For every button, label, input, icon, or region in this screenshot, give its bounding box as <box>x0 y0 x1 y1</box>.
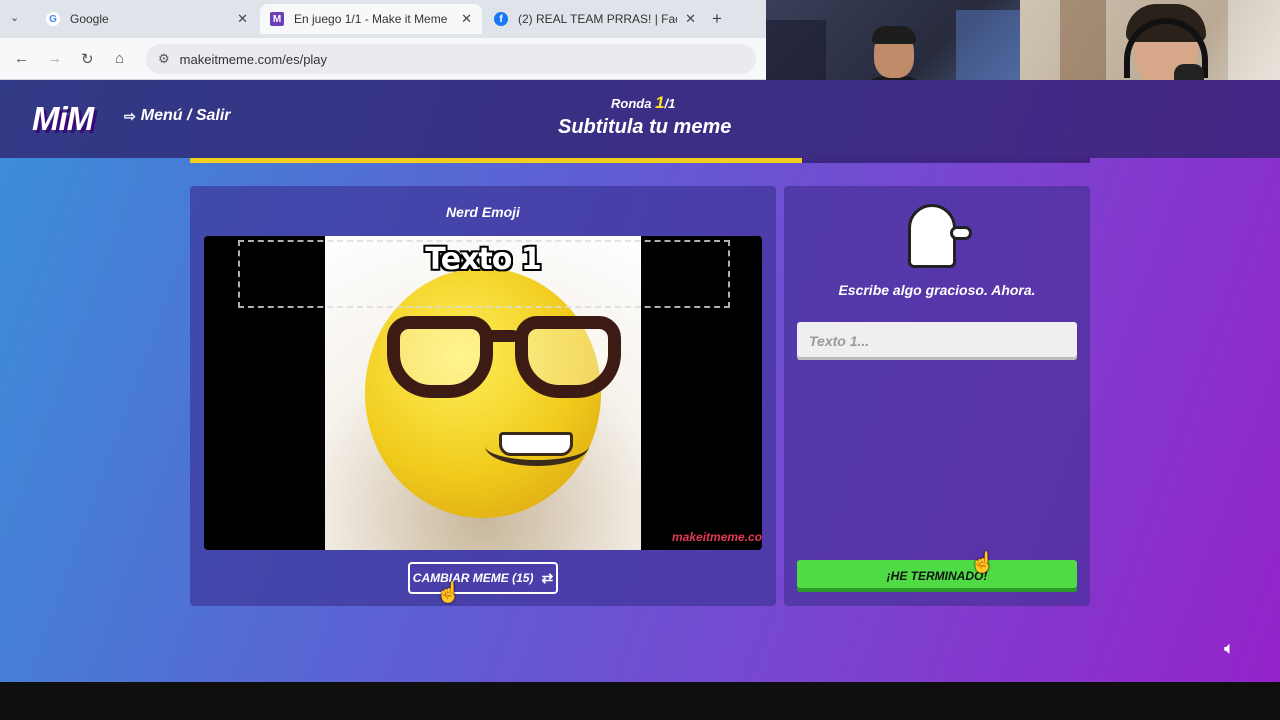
new-tab-icon[interactable]: + <box>712 9 722 29</box>
url-text: makeitmeme.com/es/play <box>179 51 328 67</box>
round-current: 1 <box>655 93 665 112</box>
round-label: Ronda <box>611 96 652 111</box>
flork-character-icon <box>904 200 972 270</box>
tab-google[interactable]: G Google ✕ <box>36 4 258 34</box>
meme-name: Nerd Emoji <box>446 204 520 220</box>
swap-icon: ⇄ <box>541 569 554 586</box>
home-icon[interactable]: ⌂ <box>115 50 124 67</box>
change-meme-label: CAMBIAR MEME (15) <box>412 571 534 585</box>
make-it-meme-icon: M <box>270 12 284 26</box>
tab-title: Google <box>70 12 109 26</box>
done-label: ¡HE TERMINADO! <box>886 569 988 583</box>
phase-title: Subtitula tu meme <box>558 116 732 138</box>
done-button[interactable]: ¡HE TERMINADO! <box>797 560 1077 592</box>
meme-preview: Texto 1 makeitmeme.com <box>204 236 762 550</box>
tab-title: En juego 1/1 - Make it Meme <box>294 12 448 26</box>
facebook-icon: f <box>494 12 508 26</box>
reload-icon[interactable]: ↻ <box>81 50 94 68</box>
close-tab-icon[interactable]: ✕ <box>461 11 472 27</box>
google-icon: G <box>46 12 60 26</box>
back-icon[interactable]: ← <box>14 50 29 67</box>
close-tab-icon[interactable]: ✕ <box>685 11 696 27</box>
mute-icon[interactable]: 🔈︎ <box>1224 638 1235 659</box>
menu-exit-label: Menú / Salir <box>140 107 231 124</box>
mim-logo[interactable]: MiM <box>32 100 94 138</box>
glasses-shape <box>387 308 629 400</box>
caption-input[interactable] <box>797 322 1077 360</box>
change-meme-button[interactable]: CAMBIAR MEME (15) ⇄ <box>408 562 558 594</box>
browser-tabbar: ⌄ G Google ✕ M En juego 1/1 - Make it Me… <box>0 0 766 38</box>
bottom-bar <box>0 682 1280 720</box>
site-settings-icon[interactable]: ⚙ <box>158 51 170 67</box>
meme-card: Nerd Emoji Texto 1 makeitmeme.com CAMBIA… <box>190 186 776 606</box>
round-indicator: Ronda 1/1 <box>611 93 675 113</box>
menu-exit-link[interactable]: ⇨ Menú / Salir <box>124 107 231 125</box>
exit-icon: ⇨ <box>124 107 136 124</box>
close-tab-icon[interactable]: ✕ <box>237 11 248 27</box>
round-total: /1 <box>664 96 676 111</box>
url-field[interactable]: ⚙ makeitmeme.com/es/play <box>146 44 756 74</box>
forward-icon[interactable]: → <box>47 50 62 67</box>
watermark: makeitmeme.com <box>672 530 762 544</box>
tab-make-it-meme[interactable]: M En juego 1/1 - Make it Meme ✕ <box>260 4 482 34</box>
address-bar: ← → ↻ ⌂ ⚙ makeitmeme.com/es/play <box>0 38 766 80</box>
text-box-1-label: Texto 1 <box>425 242 541 277</box>
game-header: MiM ⇨ Menú / Salir Ronda 1/1 Subtitula t… <box>0 80 1280 158</box>
caption-card: Escribe algo gracioso. Ahora. ¡HE TERMIN… <box>784 186 1090 606</box>
caption-prompt: Escribe algo gracioso. Ahora. <box>838 282 1036 298</box>
time-progress-bar <box>190 158 1090 163</box>
time-progress-fill <box>190 158 802 163</box>
tab-title: (2) REAL TEAM PRRAS! | Facebo <box>518 12 677 26</box>
tab-facebook[interactable]: f (2) REAL TEAM PRRAS! | Facebo ✕ <box>484 4 706 34</box>
tab-search-icon[interactable]: ⌄ <box>10 11 19 24</box>
teeth-shape <box>499 432 573 456</box>
game-page: MiM ⇨ Menú / Salir Ronda 1/1 Subtitula t… <box>0 80 1280 682</box>
